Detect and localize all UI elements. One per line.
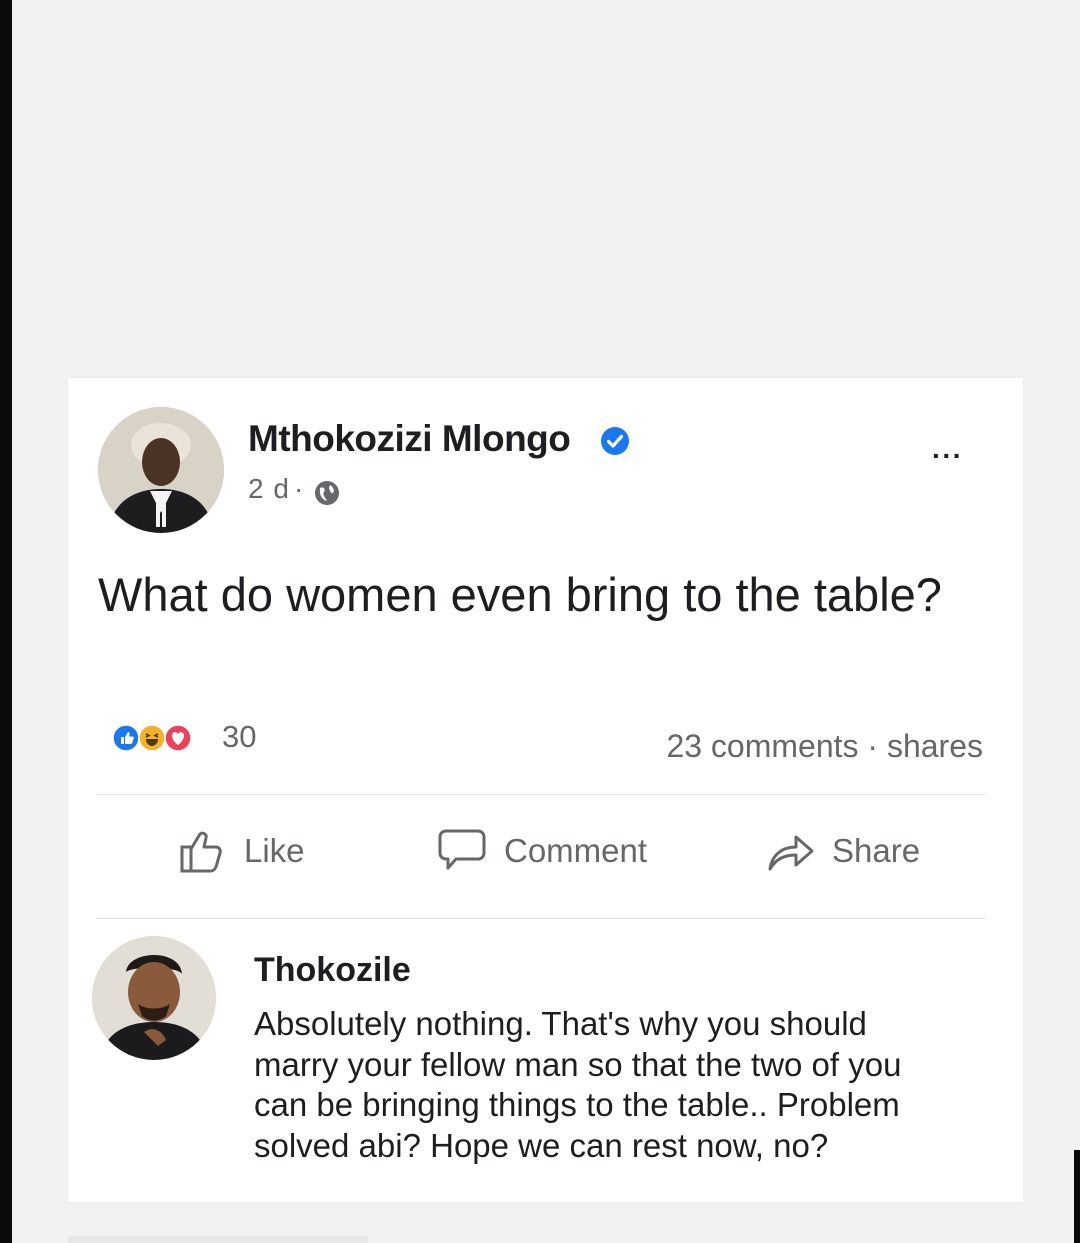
like-button[interactable]: Like (176, 826, 305, 876)
timestamp-separator: · (294, 473, 304, 504)
love-reaction-icon (164, 724, 192, 752)
comment-label: Comment (504, 832, 648, 869)
speech-bubble-icon (438, 829, 486, 870)
partial-next-element (68, 1236, 368, 1243)
more-options-icon[interactable]: ··· (932, 440, 963, 472)
comments-count[interactable]: 23 comments (666, 728, 858, 764)
share-button[interactable]: Share (764, 826, 920, 876)
stats-separator: · (858, 728, 887, 764)
haha-reaction-icon (138, 724, 166, 752)
thumbs-up-icon (180, 831, 222, 873)
post-stats: 23 comments · shares (666, 728, 983, 765)
author-avatar[interactable] (98, 407, 224, 533)
right-edge-bar (1074, 1150, 1080, 1243)
globe-icon[interactable] (313, 479, 341, 507)
commenter-avatar[interactable] (92, 936, 216, 1060)
like-label: Like (244, 832, 305, 869)
share-arrow-icon (768, 835, 814, 871)
divider (96, 918, 986, 919)
comment-text: Absolutely nothing. That's why you shoul… (254, 1005, 902, 1164)
divider (96, 794, 986, 795)
share-label: Share (832, 832, 921, 869)
comment-author[interactable]: Thokozile (254, 951, 411, 990)
post-text: What do women even bring to the table? (98, 568, 942, 621)
shares-count[interactable]: shares (887, 728, 983, 764)
author-name[interactable]: Mthokozizi Mlongo (248, 418, 571, 460)
comment-button[interactable]: Comment (436, 826, 647, 876)
verified-badge-icon (601, 427, 629, 455)
reaction-count[interactable]: 30 (222, 719, 256, 755)
facebook-post-card: Mthokozizi Mlongo 2 d · ··· What do wome… (68, 378, 1023, 1202)
left-edge-bar (0, 0, 12, 1243)
post-timestamp[interactable]: 2 d (248, 473, 290, 505)
like-reaction-icon (112, 724, 140, 752)
